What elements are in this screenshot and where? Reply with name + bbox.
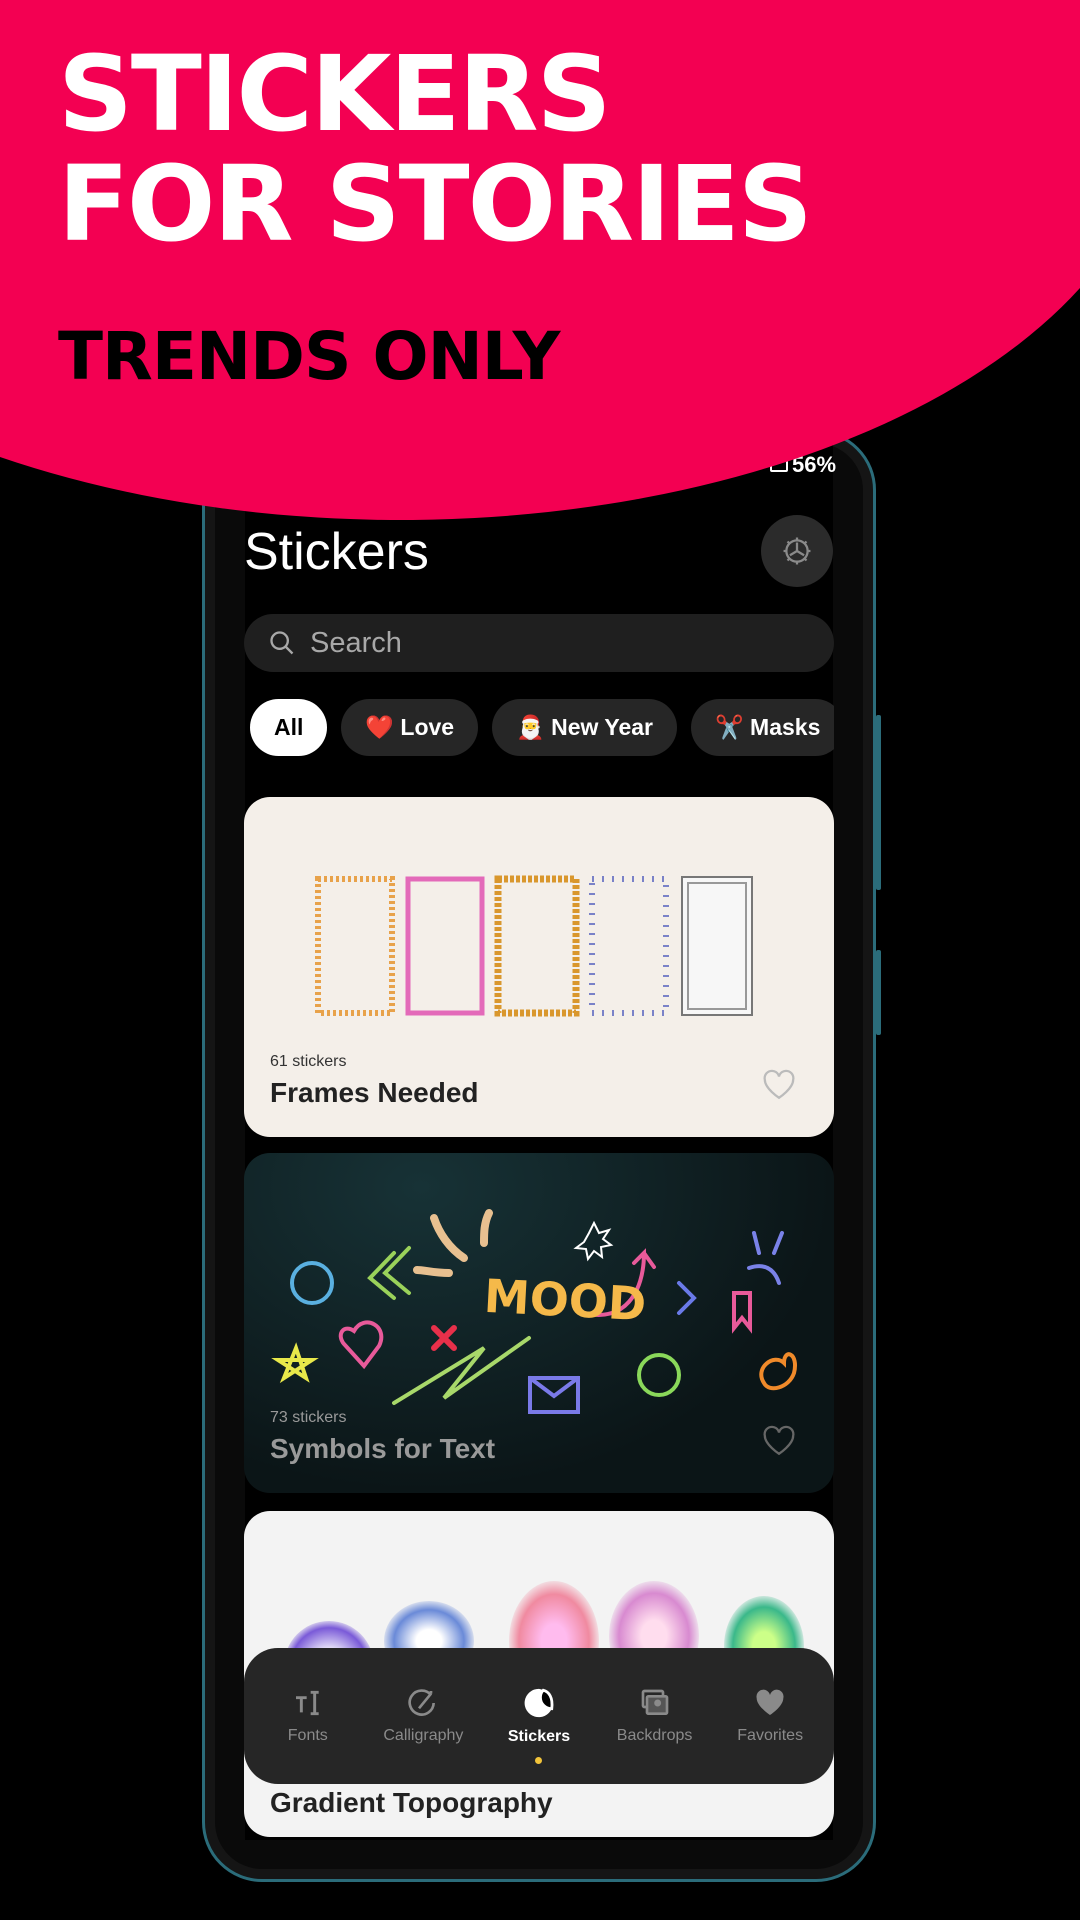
- pack-name: Symbols for Text: [270, 1433, 496, 1464]
- chip-all[interactable]: All: [250, 699, 328, 756]
- pack-name: Frames Needed: [270, 1077, 479, 1108]
- heart-icon: [756, 1689, 784, 1715]
- santa-emoji-icon: 🎅: [516, 714, 545, 740]
- pack-card-frames-needed[interactable]: 61 stickers Frames Needed: [244, 797, 834, 1137]
- nav-backdrops[interactable]: Backdrops: [600, 1687, 710, 1745]
- chip-new-year[interactable]: 🎅 New Year: [492, 699, 678, 756]
- settings-button[interactable]: [761, 515, 833, 587]
- chip-masks[interactable]: ✂️ Masks: [691, 699, 834, 756]
- gear-icon: [783, 537, 811, 565]
- nav-favorites[interactable]: Favorites: [715, 1687, 825, 1745]
- images-icon: [641, 1689, 668, 1715]
- text-icon: [295, 1690, 319, 1716]
- sticker-count: 61 stickers: [270, 1053, 347, 1070]
- bottom-navigation: Fonts Calligraphy Stickers Backdrops Fav…: [244, 1648, 834, 1784]
- pen-icon: [408, 1689, 436, 1716]
- favorite-heart-icon[interactable]: [762, 1425, 796, 1457]
- promo-headline-2: FOR STORIES: [58, 143, 813, 265]
- active-indicator: [535, 1757, 543, 1764]
- scissors-emoji-icon: ✂️: [715, 714, 744, 740]
- nav-fonts[interactable]: Fonts: [253, 1687, 363, 1745]
- pack-name: Gradient Topography: [270, 1787, 553, 1818]
- search-input[interactable]: Search: [244, 614, 834, 672]
- search-icon: [270, 631, 294, 655]
- favorite-heart-icon[interactable]: [762, 1069, 796, 1101]
- volume-button: [876, 715, 881, 890]
- frames-artwork: [315, 875, 753, 1017]
- nav-stickers[interactable]: Stickers: [484, 1686, 594, 1764]
- mood-sticker-text: MOOD: [482, 1268, 648, 1332]
- heart-emoji-icon: ❤️: [365, 714, 395, 740]
- power-button: [876, 950, 881, 1035]
- category-chips: All ❤️ Love 🎅 New Year ✂️ Masks: [250, 699, 834, 756]
- promo-headline-1: STICKERS: [58, 33, 611, 155]
- search-placeholder: Search: [310, 626, 402, 659]
- page-title: Stickers: [244, 523, 429, 581]
- nav-calligraphy[interactable]: Calligraphy: [368, 1687, 478, 1745]
- sticker-icon: [524, 1688, 554, 1718]
- chip-love[interactable]: ❤️ Love: [341, 699, 479, 756]
- sticker-count: 73 stickers: [270, 1409, 347, 1426]
- promo-subheadline: TRENDS ONLY: [58, 318, 560, 395]
- pack-card-symbols-for-text[interactable]: MOOD 73 stickers Symbols for Text: [244, 1153, 834, 1493]
